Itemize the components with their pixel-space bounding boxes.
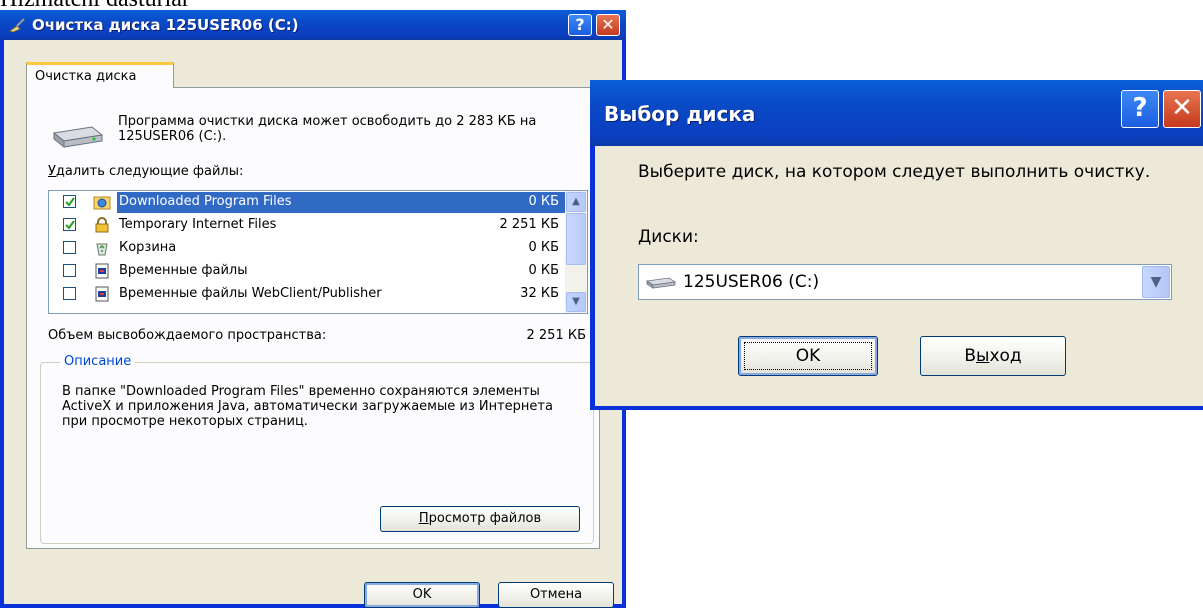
recycle-bin-icon	[96, 243, 108, 256]
file-size: 0 КБ	[528, 263, 559, 278]
file-name: Downloaded Program Files	[119, 194, 292, 209]
disk-cleanup-window: Очистка диска 125USER06 (C:) ? ✕ Очистка…	[0, 10, 626, 608]
exit-button[interactable]: Выход	[920, 336, 1066, 376]
checkbox[interactable]	[63, 195, 76, 208]
broom-icon	[9, 18, 25, 33]
temp-file-icon	[95, 263, 109, 279]
title-bar[interactable]: Очистка диска 125USER06 (C:) ? ✕	[0, 10, 626, 40]
file-size: 2 251 КБ	[499, 217, 560, 232]
lock-icon	[95, 217, 109, 233]
view-files-label: росмотр файлов	[428, 511, 542, 526]
exit-label-start: В	[964, 346, 976, 366]
file-name: Временные файлы	[119, 263, 248, 278]
exit-label-end: ход	[989, 346, 1022, 366]
cancel-button[interactable]: Отмена	[498, 582, 614, 608]
webclient-file-icon	[95, 286, 109, 302]
disks-label: Диски:	[638, 227, 699, 247]
file-name: Временные файлы WebClient/Publisher	[119, 286, 382, 301]
file-list[interactable]: Downloaded Program Files 0 КБ Temporary …	[48, 190, 588, 314]
description-title: Описание	[60, 354, 136, 369]
file-name: Корзина	[119, 240, 177, 255]
exit-accelerator: ы	[976, 346, 990, 366]
window-title: Очистка диска 125USER06 (C:)	[32, 16, 299, 34]
scroll-up-icon[interactable]: ▲	[566, 192, 586, 212]
disks-accelerator: Д	[638, 227, 652, 247]
delete-files-label-text: далить следующие файлы:	[55, 164, 244, 179]
checkbox[interactable]	[63, 241, 76, 254]
checkbox[interactable]	[63, 264, 76, 277]
close-button[interactable]: ✕	[596, 14, 620, 36]
space-value: 2 251 КБ	[526, 328, 587, 343]
window-frame-left	[590, 146, 595, 410]
vertical-scrollbar[interactable]: ▲ ▼	[565, 191, 587, 313]
scroll-thumb[interactable]	[566, 213, 586, 265]
scroll-down-icon[interactable]: ▼	[566, 292, 586, 312]
intro-text: Программа очистки диска может освободить…	[118, 114, 537, 144]
close-button[interactable]: ✕	[1163, 90, 1201, 128]
ok-button[interactable]: OK	[364, 582, 480, 608]
window-frame-bottom	[590, 406, 1203, 410]
prompt-text: Выберите диск, на котором следует выполн…	[638, 162, 1151, 182]
folder-globe-icon	[93, 196, 111, 210]
window-title: Выбор диска	[604, 102, 756, 126]
delete-files-accelerator: У	[48, 164, 56, 179]
checkbox[interactable]	[63, 218, 76, 231]
list-item[interactable]: Temporary Internet Files 2 251 КБ	[49, 214, 565, 237]
hard-drive-icon	[52, 126, 104, 149]
tab-disk-cleanup[interactable]: Очистка диска	[26, 62, 174, 88]
space-label: Объем высвобождаемого пространства:	[48, 328, 327, 343]
file-size: 0 КБ	[528, 194, 559, 209]
title-bar[interactable]: Выбор диска ? ✕	[590, 80, 1203, 146]
select-drive-window: Выбор диска ? ✕ Выберите диск, на которо…	[590, 80, 1203, 410]
hard-drive-icon	[645, 277, 677, 289]
list-item[interactable]: Downloaded Program Files 0 КБ	[49, 191, 565, 214]
selected-drive: 125USER06 (C:)	[683, 272, 820, 292]
delete-files-label: Удалить следующие файлы:	[48, 164, 243, 179]
list-item[interactable]: Временные файлы 0 КБ	[49, 260, 565, 283]
focus-rect	[744, 342, 872, 370]
list-item[interactable]: Временные файлы WebClient/Publisher 32 К…	[49, 283, 565, 306]
help-button[interactable]: ?	[568, 14, 592, 36]
checkbox[interactable]	[63, 287, 76, 300]
file-size: 32 КБ	[520, 286, 559, 301]
file-name: Temporary Internet Files	[119, 217, 277, 232]
disks-label-text: иски:	[651, 227, 699, 247]
help-button[interactable]: ?	[1121, 90, 1159, 128]
view-files-button[interactable]: Просмотр файлов	[380, 506, 580, 532]
drive-select[interactable]: 125USER06 (C:) ▼	[638, 264, 1172, 300]
list-item[interactable]: Корзина 0 КБ	[49, 237, 565, 260]
view-files-accelerator: П	[418, 511, 429, 526]
window-frame-left	[0, 40, 4, 608]
file-size: 0 КБ	[528, 240, 559, 255]
ok-button[interactable]: OK	[738, 336, 878, 376]
chevron-down-icon[interactable]: ▼	[1142, 266, 1170, 298]
description-text: В папке "Downloaded Program Files" време…	[62, 384, 553, 429]
